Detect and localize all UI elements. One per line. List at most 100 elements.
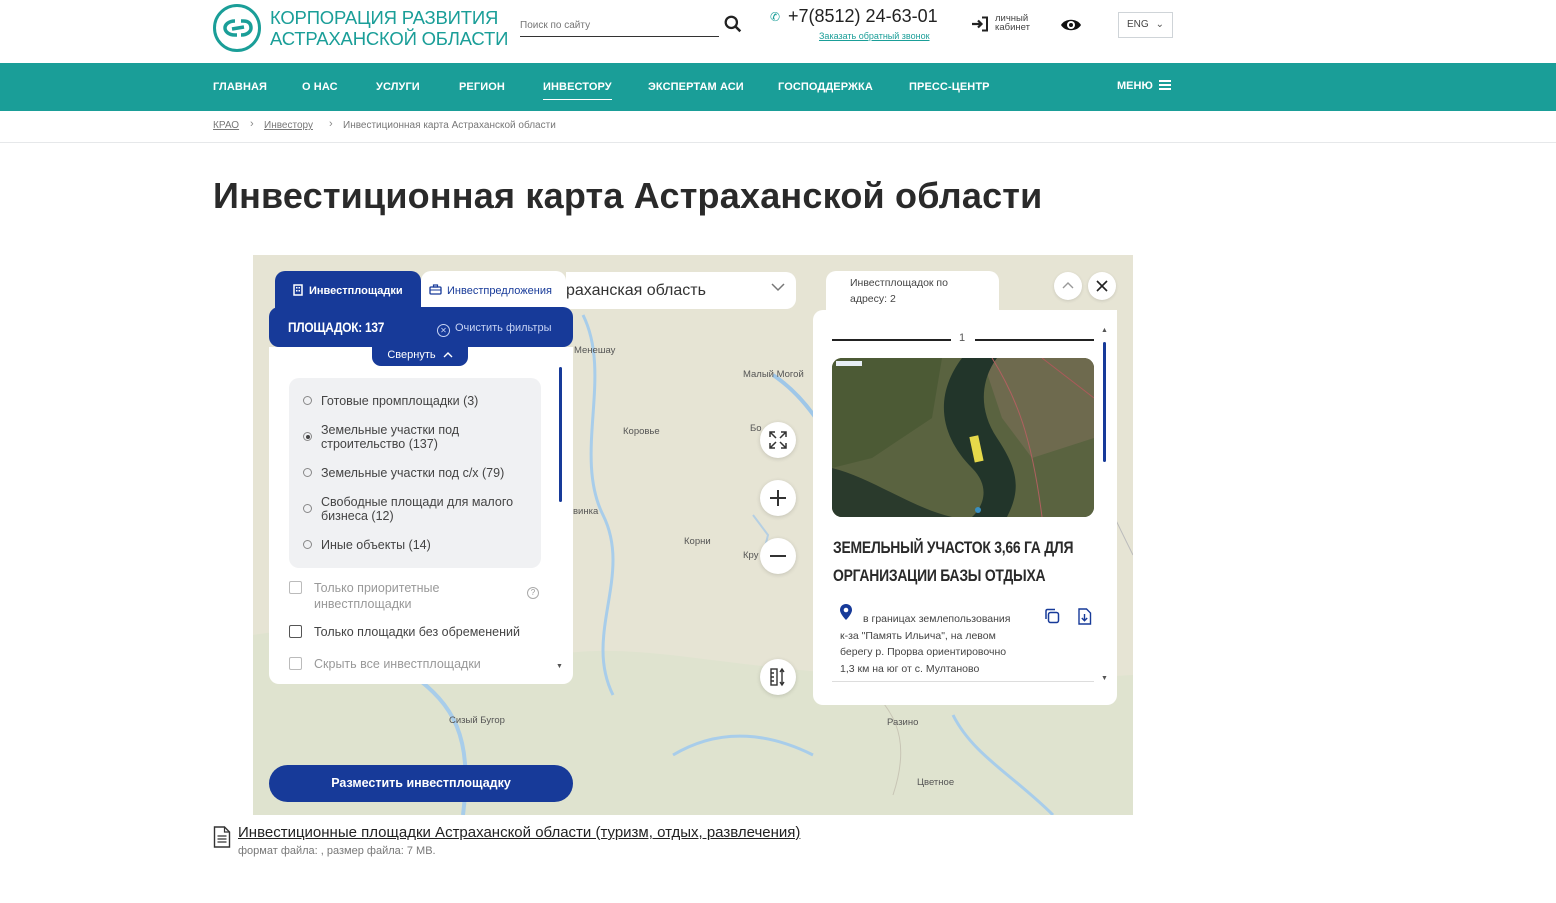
nav-item-press[interactable]: ПРЕСС-ЦЕНТР bbox=[909, 81, 990, 93]
nav-item-support[interactable]: ГОСПОДДЕРЖКА bbox=[778, 81, 873, 93]
breadcrumb-current: Инвестиционная карта Астраханской област… bbox=[343, 120, 556, 131]
breadcrumb-separator-icon: › bbox=[250, 118, 254, 130]
site-satellite-image[interactable] bbox=[832, 358, 1094, 517]
site-header: КОРПОРАЦИЯ РАЗВИТИЯ АСТРАХАНСКОЙ ОБЛАСТИ… bbox=[0, 0, 1556, 63]
fullscreen-button[interactable] bbox=[760, 422, 796, 458]
map-place-label: Бо bbox=[750, 423, 762, 434]
site-card: 1 ▲ ▼ Земельный участок 3,66 га для орга… bbox=[813, 310, 1117, 705]
checkbox-icon bbox=[289, 581, 302, 594]
document-attachment: Инвестиционные площадки Астраханской обл… bbox=[213, 823, 913, 863]
language-select[interactable]: ENG ⌄ bbox=[1118, 12, 1173, 38]
checkbox-icon bbox=[289, 657, 302, 670]
expand-icon bbox=[769, 431, 787, 449]
eye-icon[interactable] bbox=[1060, 16, 1082, 34]
scroll-down-icon[interactable]: ▼ bbox=[1101, 675, 1108, 682]
breadcrumb-separator-icon: › bbox=[329, 118, 333, 130]
logo-text: КОРПОРАЦИЯ РАЗВИТИЯ АСТРАХАНСКОЙ ОБЛАСТИ bbox=[270, 7, 509, 49]
search-input[interactable] bbox=[520, 11, 719, 37]
nav-item-region[interactable]: РЕГИОН bbox=[459, 81, 505, 93]
phone-number[interactable]: +7(8512) 24-63-01 bbox=[788, 6, 938, 27]
plus-icon bbox=[770, 490, 786, 506]
nav-item-investor[interactable]: ИНВЕСТОРУ bbox=[543, 81, 612, 100]
close-icon bbox=[1096, 280, 1108, 292]
filter-panel-header: ПЛОЩАДОК: 137 ✕ Очистить фильтры bbox=[269, 307, 573, 347]
collapse-button[interactable]: Свернуть bbox=[372, 347, 468, 366]
document-link[interactable]: Инвестиционные площадки Астраханской обл… bbox=[238, 824, 800, 841]
region-select[interactable]: раханская область bbox=[566, 272, 796, 309]
site-logo[interactable]: КОРПОРАЦИЯ РАЗВИТИЯ АСТРАХАНСКОЙ ОБЛАСТИ bbox=[213, 4, 508, 54]
download-file-icon[interactable] bbox=[1077, 608, 1092, 625]
filter-panel-scrollbar[interactable] bbox=[559, 367, 562, 502]
nav-item-home[interactable]: ГЛАВНАЯ bbox=[213, 81, 267, 93]
radio-icon bbox=[303, 540, 312, 549]
logo-mark-icon bbox=[213, 4, 261, 52]
cabinet-link[interactable]: личный кабинет bbox=[971, 14, 1041, 36]
breadcrumb-home[interactable]: КРАО bbox=[213, 120, 239, 131]
language-value: ENG bbox=[1127, 19, 1149, 30]
card-address-tab: Инвестплощадок по адресу: 2 bbox=[826, 271, 999, 311]
radio-icon bbox=[303, 504, 312, 513]
scroll-down-icon[interactable]: ▼ bbox=[556, 663, 563, 670]
map-place-label: Кру bbox=[743, 550, 759, 561]
map-place-label: Цветное bbox=[917, 777, 955, 788]
briefcase-icon bbox=[429, 284, 442, 295]
chevron-down-icon bbox=[771, 283, 785, 292]
phone-block: ✆ +7(8512) 24-63-01 Заказать обратный зв… bbox=[770, 6, 940, 46]
map-place-label: винка bbox=[573, 506, 599, 517]
help-icon[interactable]: ? bbox=[527, 587, 539, 599]
chevron-down-icon: ⌄ bbox=[1155, 19, 1164, 30]
map-place-label: Разино bbox=[887, 717, 919, 728]
main-nav: ГЛАВНАЯ О НАС УСЛУГИ РЕГИОН ИНВЕСТОРУ ЭК… bbox=[0, 63, 1556, 111]
scroll-up-icon[interactable]: ▲ bbox=[1101, 327, 1108, 334]
ruler-icon bbox=[770, 667, 785, 687]
building-icon bbox=[293, 284, 303, 296]
nav-item-experts[interactable]: ЭКСПЕРТАМ АСИ bbox=[648, 81, 744, 93]
chevron-up-icon bbox=[1062, 282, 1074, 289]
ruler-button[interactable] bbox=[760, 659, 796, 695]
checkbox-icon bbox=[289, 625, 302, 638]
site-search bbox=[520, 11, 742, 39]
region-value: раханская область bbox=[566, 282, 706, 299]
clear-filters-button[interactable]: ✕ Очистить фильтры bbox=[437, 322, 552, 337]
card-bottom-divider bbox=[832, 681, 1094, 682]
radio-icon bbox=[303, 468, 312, 477]
menu-button[interactable]: МЕНЮ bbox=[1117, 80, 1171, 92]
breadcrumb-investor[interactable]: Инвестору bbox=[264, 120, 313, 131]
chevron-up-icon bbox=[443, 352, 453, 358]
tab-invest-offers[interactable]: Инвестпредложения bbox=[421, 271, 566, 309]
page-title: Инвестиционная карта Астраханской област… bbox=[213, 175, 1043, 216]
card-collapse-button[interactable] bbox=[1054, 272, 1082, 300]
login-icon bbox=[972, 16, 988, 32]
card-scrollbar[interactable] bbox=[1103, 342, 1106, 462]
map-place-label: Корни bbox=[684, 536, 711, 547]
nav-item-about[interactable]: О НАС bbox=[302, 81, 338, 93]
card-divider-left bbox=[832, 339, 951, 341]
card-close-button[interactable] bbox=[1088, 272, 1116, 300]
copy-icon[interactable] bbox=[1044, 608, 1060, 624]
zoom-in-button[interactable] bbox=[760, 480, 796, 516]
card-divider-right bbox=[975, 339, 1094, 341]
document-icon bbox=[213, 826, 231, 848]
search-icon[interactable] bbox=[724, 15, 742, 33]
zoom-out-button[interactable] bbox=[760, 538, 796, 574]
site-address: в границах землепользования к-за "Память… bbox=[840, 613, 1011, 675]
site-title[interactable]: Земельный участок 3,66 га для организаци… bbox=[833, 534, 1073, 590]
map-place-label: Малый Могой bbox=[743, 369, 804, 380]
radio-icon bbox=[303, 396, 312, 405]
close-icon: ✕ bbox=[437, 324, 450, 337]
map-place-label: Коровье bbox=[623, 426, 660, 437]
tab-invest-sites[interactable]: Инвестплощадки bbox=[275, 271, 421, 311]
burger-icon bbox=[1158, 80, 1171, 91]
phone-icon: ✆ bbox=[770, 10, 781, 24]
document-meta: формат файла: , размер файла: 7 MB. bbox=[238, 845, 436, 857]
radio-selected-icon bbox=[303, 432, 312, 441]
sites-count: ПЛОЩАДОК: 137 bbox=[288, 319, 385, 335]
callback-link[interactable]: Заказать обратный звонок bbox=[819, 31, 930, 41]
investment-map[interactable]: Менешау Малый Могой Коровье Бо винка Кор… bbox=[253, 255, 1133, 815]
place-site-button[interactable]: Разместить инвестплощадку bbox=[269, 765, 573, 802]
map-place-label: Менешау bbox=[574, 345, 616, 356]
card-index: 1 bbox=[959, 332, 966, 344]
map-place-label: Сизый Бугор bbox=[449, 715, 505, 726]
minus-icon bbox=[770, 555, 786, 557]
nav-item-services[interactable]: УСЛУГИ bbox=[376, 81, 420, 93]
